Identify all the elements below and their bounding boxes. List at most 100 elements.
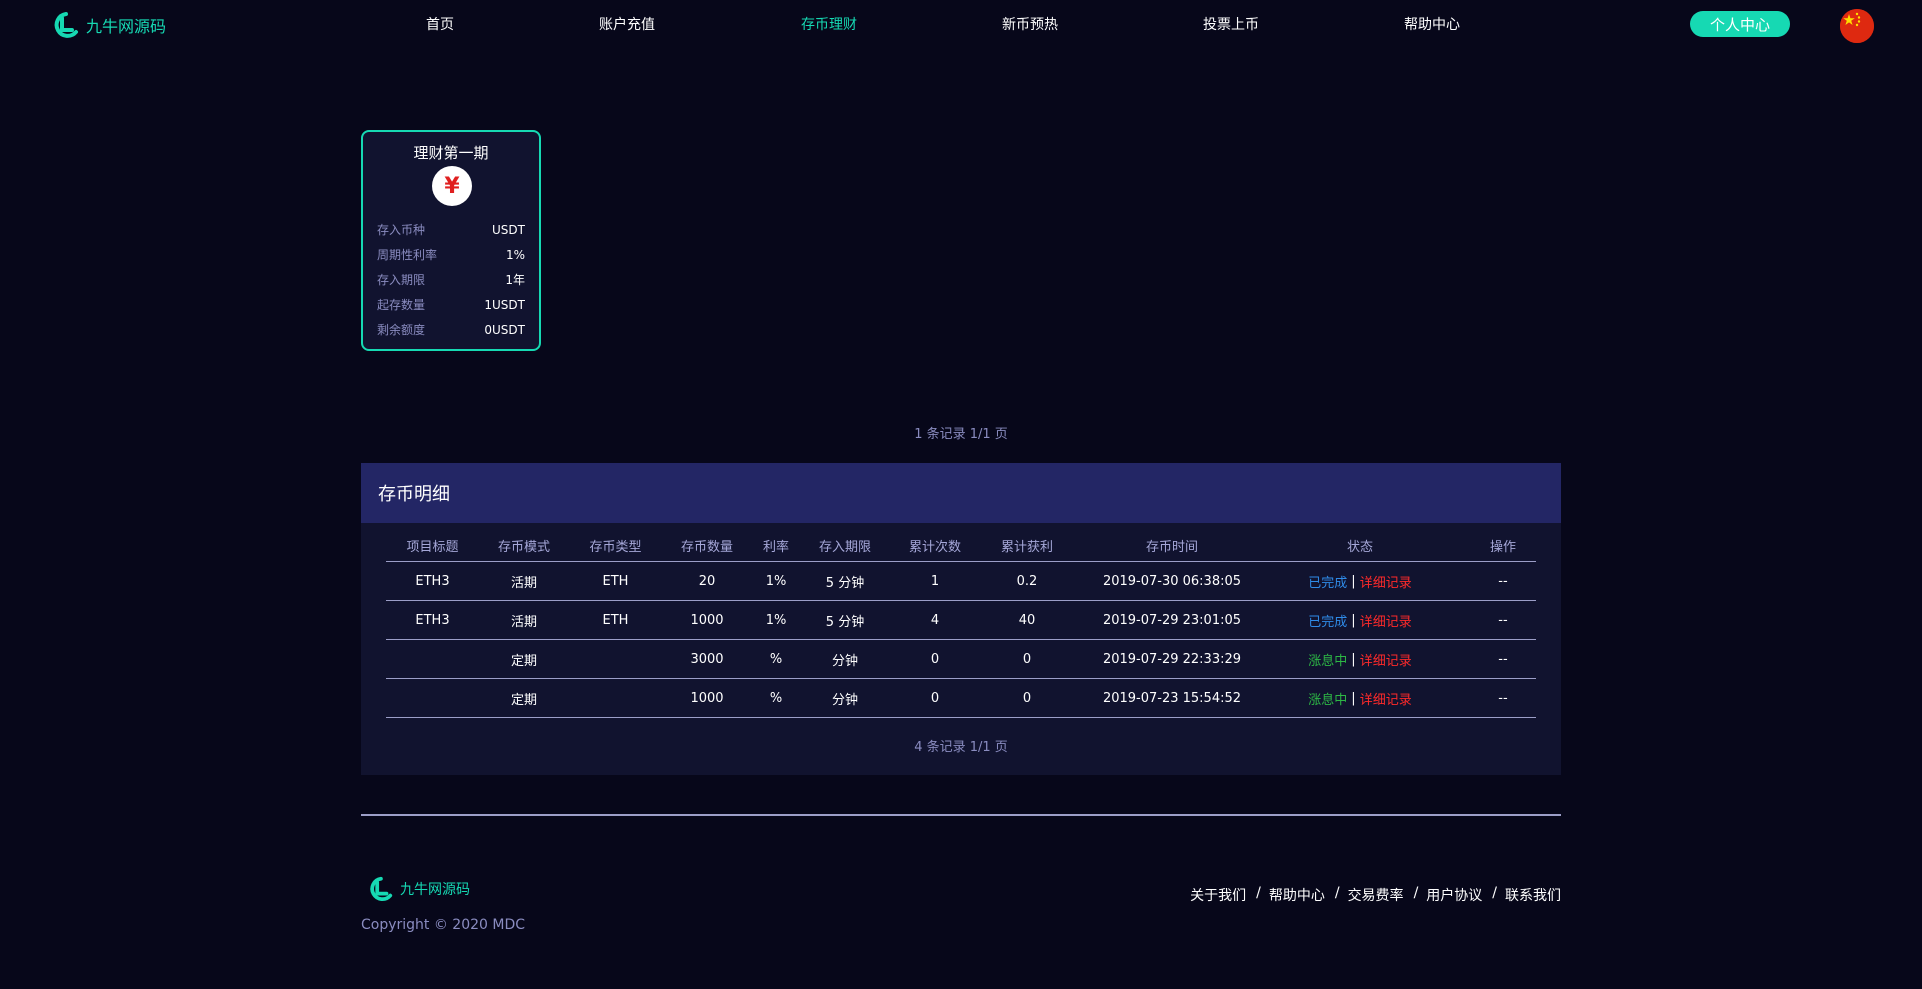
china-flag-icon[interactable] xyxy=(1840,9,1874,43)
footer-link-separator: / xyxy=(1334,885,1340,901)
cell-action: -- xyxy=(1498,612,1508,628)
nav-new-coin[interactable]: 新币预热 xyxy=(1002,14,1058,34)
column-header: 累计获利 xyxy=(1000,539,1053,555)
cell-status: 涨息中 | 详细记录 xyxy=(1270,640,1450,678)
product-title: 理财第一期 xyxy=(413,144,489,162)
cell-count: 4 xyxy=(930,612,940,628)
footer-link-separator: / xyxy=(1492,885,1497,901)
footer-logo[interactable]: 九牛网源码 xyxy=(366,874,470,904)
column-header: 存币类型 xyxy=(589,539,642,555)
column-header: 存币时间 xyxy=(1145,539,1198,555)
footer-link-about[interactable]: 关于我们 xyxy=(1190,885,1246,905)
cell-rate: 1% xyxy=(765,573,787,589)
cell-type xyxy=(569,640,662,678)
product-value: 0USDT xyxy=(484,322,525,337)
cell-term: 5 分钟 xyxy=(825,614,865,630)
table-row: ETH3 活期 ETH 1000 1% 5 分钟 4 40 2019-07-29… xyxy=(386,601,1536,640)
cell-mode: 定期 xyxy=(510,692,537,708)
top-navbar: 九牛网源码 首页 账户充值 存币理财 新币预热 投票上币 帮助中心 个人中心 xyxy=(0,0,1922,50)
status-separator: | xyxy=(1351,651,1356,667)
cell-profit: 0 xyxy=(1022,690,1032,706)
column-header: 状态 xyxy=(1346,539,1373,555)
footer-divider xyxy=(361,814,1561,816)
cell-mode: 活期 xyxy=(510,614,537,630)
details-pager: 4 条记录 1/1 页 xyxy=(914,740,1008,755)
cell-term: 5 分钟 xyxy=(825,575,865,591)
footer-link-contact[interactable]: 联系我们 xyxy=(1505,885,1561,905)
nav-savings[interactable]: 存币理财 xyxy=(801,14,857,34)
footer-link-agreement[interactable]: 用户协议 xyxy=(1426,885,1482,905)
status-label: 已完成 xyxy=(1308,614,1348,630)
column-header: 存入期限 xyxy=(818,539,871,555)
detail-record-link[interactable]: 详细记录 xyxy=(1360,572,1412,591)
cell-title: ETH3 xyxy=(415,573,450,589)
column-header: 存币模式 xyxy=(497,539,550,555)
cell-rate: 1% xyxy=(765,612,787,628)
user-center-button[interactable]: 个人中心 xyxy=(1690,11,1790,37)
nav-vote-listing[interactable]: 投票上币 xyxy=(1203,14,1259,34)
product-row-term: 存入期限 1年 xyxy=(377,267,525,292)
panel-title: 存币明细 xyxy=(361,463,1561,523)
cell-action: -- xyxy=(1498,690,1508,706)
table-row: 定期 3000 % 分钟 0 0 2019-07-29 22:33:29 涨息中… xyxy=(386,640,1536,679)
column-header: 操作 xyxy=(1489,539,1516,555)
column-header: 项目标题 xyxy=(406,539,459,555)
cell-term: 分钟 xyxy=(831,692,858,708)
cell-amount: 3000 xyxy=(690,651,724,667)
column-header: 累计次数 xyxy=(908,539,961,555)
detail-record-link[interactable]: 详细记录 xyxy=(1360,650,1412,669)
product-row-currency: 存入币种 USDT xyxy=(377,217,525,242)
cell-type xyxy=(569,679,662,717)
deposit-details-table: 项目标题 存币模式 存币类型 存币数量 利率 存入期限 累计次数 累计获利 存币… xyxy=(386,529,1536,718)
cell-count: 1 xyxy=(930,573,940,589)
status-separator: | xyxy=(1351,573,1356,589)
product-value: 1% xyxy=(505,247,525,262)
product-label: 周期性利率 xyxy=(377,248,438,262)
cell-amount: 1000 xyxy=(690,690,724,706)
cell-mode: 活期 xyxy=(510,575,537,591)
cell-profit: 40 xyxy=(1018,612,1036,628)
cell-term: 分钟 xyxy=(831,653,858,669)
footer-link-separator: / xyxy=(1256,885,1261,901)
nav-help-center[interactable]: 帮助中心 xyxy=(1404,14,1460,34)
cell-title: ETH3 xyxy=(415,612,450,628)
product-label: 起存数量 xyxy=(377,298,426,312)
cell-mode: 定期 xyxy=(510,653,537,669)
yen-icon: ¥ xyxy=(432,166,472,206)
savings-product-card[interactable]: 理财第一期 ¥ 存入币种 USDT 周期性利率 1% 存入期限 1年 起存数量 … xyxy=(361,130,541,351)
nav-deposit[interactable]: 账户充值 xyxy=(599,14,655,34)
footer-link-fees[interactable]: 交易费率 xyxy=(1348,885,1404,905)
detail-record-link[interactable]: 详细记录 xyxy=(1360,611,1412,630)
product-row-rate: 周期性利率 1% xyxy=(377,242,525,267)
cell-status: 已完成 | 详细记录 xyxy=(1270,601,1450,639)
cell-status: 涨息中 | 详细记录 xyxy=(1270,679,1450,717)
cell-profit: 0 xyxy=(1022,651,1032,667)
cell-time: 2019-07-29 22:33:29 xyxy=(1102,651,1242,667)
status-label: 已完成 xyxy=(1308,575,1348,591)
table-header-row: 项目标题 存币模式 存币类型 存币数量 利率 存入期限 累计次数 累计获利 存币… xyxy=(386,529,1536,562)
product-label: 存入期限 xyxy=(377,273,426,287)
status-separator: | xyxy=(1351,690,1356,706)
nav-home[interactable]: 首页 xyxy=(426,14,454,34)
cell-count: 0 xyxy=(930,690,940,706)
cell-count: 0 xyxy=(930,651,940,667)
footer-link-help[interactable]: 帮助中心 xyxy=(1269,885,1325,905)
deposit-details-panel: 存币明细 项目标题 存币模式 存币类型 存币数量 利率 存入期限 累计次数 累计… xyxy=(361,463,1561,775)
cell-type: ETH xyxy=(602,573,629,589)
cell-action: -- xyxy=(1498,573,1508,589)
product-value: 1年 xyxy=(505,273,525,287)
product-label: 剩余额度 xyxy=(377,323,426,337)
column-header: 利率 xyxy=(762,539,789,555)
product-value: 1USDT xyxy=(484,297,525,312)
status-label: 涨息中 xyxy=(1308,653,1348,669)
cell-action: -- xyxy=(1498,651,1508,667)
column-header: 存币数量 xyxy=(680,539,733,555)
copyright: Copyright © 2020 MDC xyxy=(361,917,526,933)
cell-profit: 0.2 xyxy=(1016,573,1038,589)
cell-time: 2019-07-30 06:38:05 xyxy=(1102,573,1242,589)
product-row-remaining: 剩余额度 0USDT xyxy=(377,317,525,342)
cell-time: 2019-07-29 23:01:05 xyxy=(1102,612,1242,628)
table-row: ETH3 活期 ETH 20 1% 5 分钟 1 0.2 2019-07-30 … xyxy=(386,562,1536,601)
main-nav: 首页 账户充值 存币理财 新币预热 投票上币 帮助中心 xyxy=(0,14,1922,38)
detail-record-link[interactable]: 详细记录 xyxy=(1360,689,1412,708)
